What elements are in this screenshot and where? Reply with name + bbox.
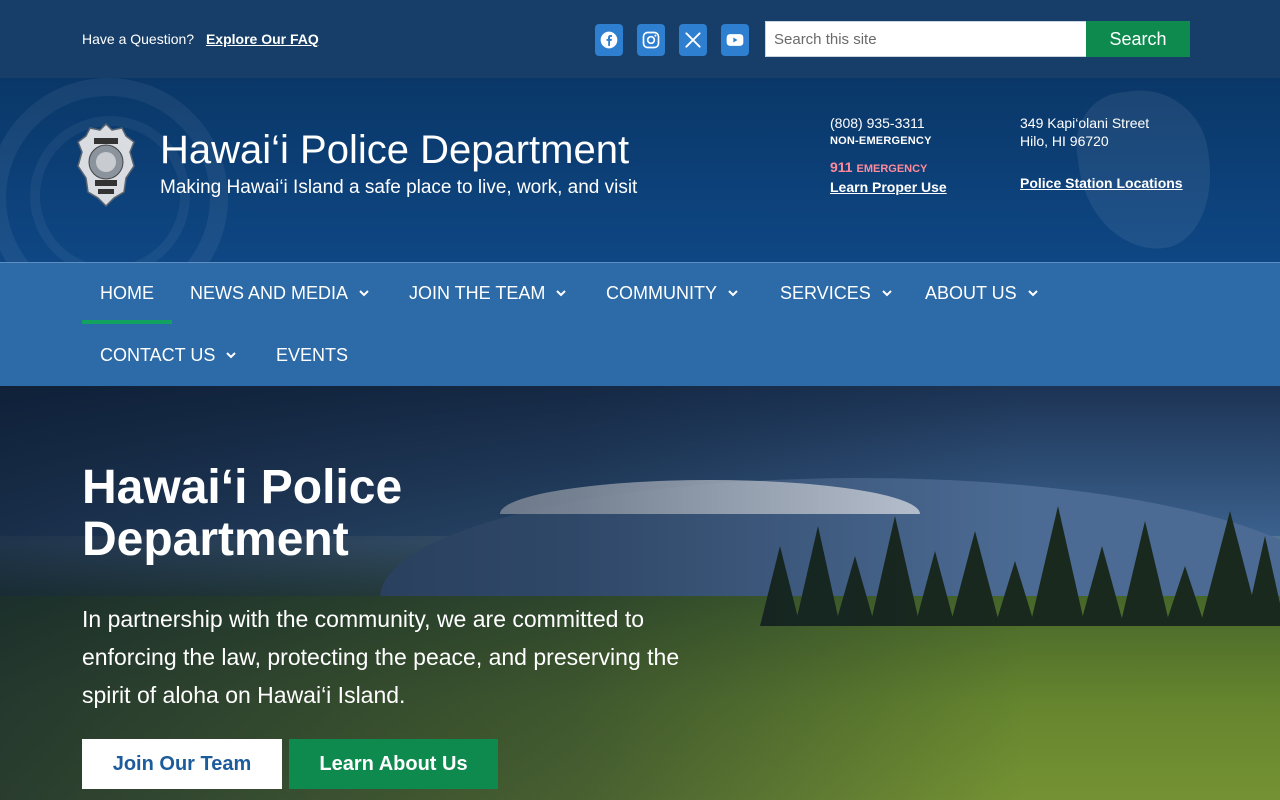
- nav-label: ABOUT US: [925, 282, 1017, 303]
- x-icon[interactable]: [679, 24, 707, 56]
- nav-label: NEWS AND MEDIA: [190, 282, 349, 303]
- faq-question-text: Have a Question?: [82, 31, 195, 47]
- search-button[interactable]: Search: [1086, 21, 1190, 57]
- phone-contact: (808) 935-3311 NON-EMERGENCY 911 EMERGEN…: [830, 114, 947, 196]
- nav-item-about-us[interactable]: ABOUT US: [925, 263, 1039, 323]
- utility-bar: Have a Question? Explore Our FAQ Search: [0, 0, 1280, 78]
- site-tagline: Making Hawai‘i Island a safe place to li…: [160, 177, 638, 198]
- youtube-icon[interactable]: [721, 24, 749, 56]
- nav-item-contact-us[interactable]: CONTACT US: [100, 325, 237, 385]
- hero-title: Hawai‘i Police Department: [82, 461, 403, 566]
- chevron-down-icon: [881, 290, 892, 297]
- address-contact: 349 Kapi‘olani Street Hilo, HI 96720 Pol…: [1020, 114, 1183, 192]
- hero-banner: Hawai‘i Police Department In partnership…: [0, 386, 1280, 800]
- instagram-icon[interactable]: [637, 24, 665, 56]
- nav-item-services[interactable]: SERVICES: [780, 263, 893, 323]
- nav-item-news-and-media[interactable]: NEWS AND MEDIA: [190, 263, 370, 323]
- faq-link[interactable]: Explore Our FAQ: [206, 31, 319, 47]
- nav-item-home[interactable]: HOME: [100, 263, 154, 323]
- site-title[interactable]: Hawai‘i Police Department: [160, 128, 629, 173]
- search-input[interactable]: [765, 21, 1087, 57]
- main-nav: HOME NEWS AND MEDIA JOIN THE TEAM COMMUN…: [0, 262, 1280, 386]
- learn-proper-use-link[interactable]: Learn Proper Use: [830, 179, 947, 195]
- social-links: [595, 24, 749, 56]
- nav-item-community[interactable]: COMMUNITY: [606, 263, 739, 323]
- nav-item-join-the-team[interactable]: JOIN THE TEAM: [409, 263, 567, 323]
- chevron-down-icon: [226, 352, 237, 359]
- nav-label: SERVICES: [780, 282, 871, 303]
- emergency-label: EMERGENCY: [856, 163, 928, 175]
- nav-active-indicator: [82, 320, 172, 324]
- address-line-1: 349 Kapi‘olani Street: [1020, 115, 1150, 131]
- non-emergency-label: NON-EMERGENCY: [830, 135, 932, 147]
- nav-label: JOIN THE TEAM: [409, 282, 546, 303]
- nav-label: EVENTS: [276, 344, 349, 365]
- nav-label: COMMUNITY: [606, 282, 717, 303]
- nav-item-events[interactable]: EVENTS: [276, 325, 348, 385]
- nav-label: CONTACT US: [100, 344, 216, 365]
- emergency-line: 911 EMERGENCY: [830, 158, 947, 178]
- chevron-down-icon: [359, 290, 369, 297]
- facebook-icon[interactable]: [595, 24, 623, 56]
- faq-prompt: Have a Question? Explore Our FAQ: [82, 31, 319, 47]
- chevron-down-icon: [1027, 290, 1038, 297]
- hero-overlay: [0, 386, 1280, 800]
- join-our-team-button[interactable]: Join Our Team: [82, 739, 282, 789]
- chevron-down-icon: [556, 290, 567, 297]
- police-badge-logo[interactable]: [76, 122, 136, 208]
- chevron-down-icon: [728, 290, 738, 297]
- learn-about-us-button[interactable]: Learn About Us: [289, 739, 498, 789]
- nav-label: HOME: [100, 282, 154, 303]
- station-locations-link[interactable]: Police Station Locations: [1020, 174, 1183, 192]
- non-emergency-phone[interactable]: (808) 935-3311: [830, 114, 947, 132]
- site-header: Hawai‘i Police Department Making Hawai‘i…: [0, 78, 1280, 262]
- emergency-number: 911: [830, 159, 853, 175]
- hero-description: In partnership with the community, we ar…: [82, 606, 680, 708]
- address-line-2: Hilo, HI 96720: [1020, 133, 1109, 149]
